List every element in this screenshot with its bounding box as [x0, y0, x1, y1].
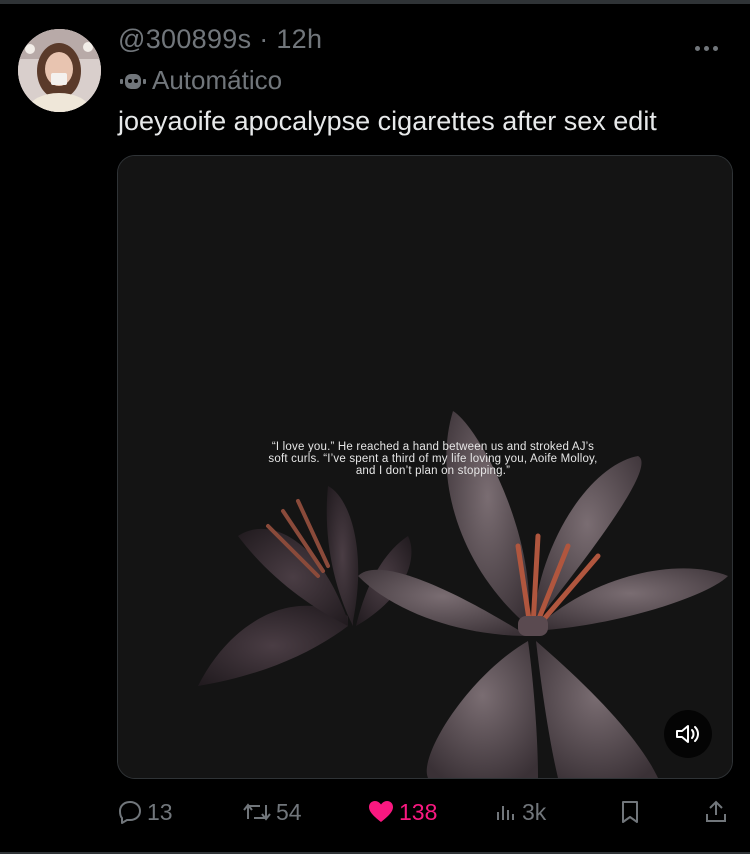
repost-count: 54 [276, 798, 302, 825]
like-button[interactable]: 138 [367, 790, 437, 834]
like-count: 138 [399, 798, 438, 825]
user-handle[interactable]: @300899s [118, 24, 251, 54]
reply-button[interactable]: 13 [117, 790, 173, 834]
separator: · [259, 24, 269, 54]
speaker-icon [676, 725, 699, 743]
share-icon [706, 800, 726, 822]
views-button[interactable]: 3k [494, 790, 546, 834]
automated-label: Automático [152, 65, 283, 95]
bookmark-icon [622, 801, 638, 823]
robot-icon [120, 73, 146, 89]
repost-button[interactable]: 54 [242, 790, 302, 834]
more-icon[interactable] [695, 38, 731, 51]
tweet-actions: 13 54 138 3k [0, 790, 750, 834]
tweet-header: @300899s · 12h [118, 24, 322, 55]
tweet-time[interactable]: 12h [276, 24, 322, 54]
heart-icon [369, 801, 393, 822]
mute-toggle-button[interactable] [664, 710, 712, 758]
avatar[interactable] [18, 29, 101, 112]
top-divider [0, 0, 750, 4]
views-icon [497, 806, 514, 820]
video-caption: “I love you.” He reached a hand between … [268, 441, 598, 477]
reply-icon [119, 801, 141, 824]
video-media[interactable]: “I love you.” He reached a hand between … [117, 155, 733, 779]
repost-icon [243, 803, 271, 821]
bookmark-button[interactable] [618, 790, 646, 834]
tweet-text: joeyaoife apocalypse cigarettes after se… [118, 106, 657, 136]
automated-account-label: Automático [118, 65, 282, 96]
share-button[interactable] [704, 790, 732, 834]
reply-count: 13 [147, 798, 173, 825]
views-count: 3k [522, 798, 547, 825]
